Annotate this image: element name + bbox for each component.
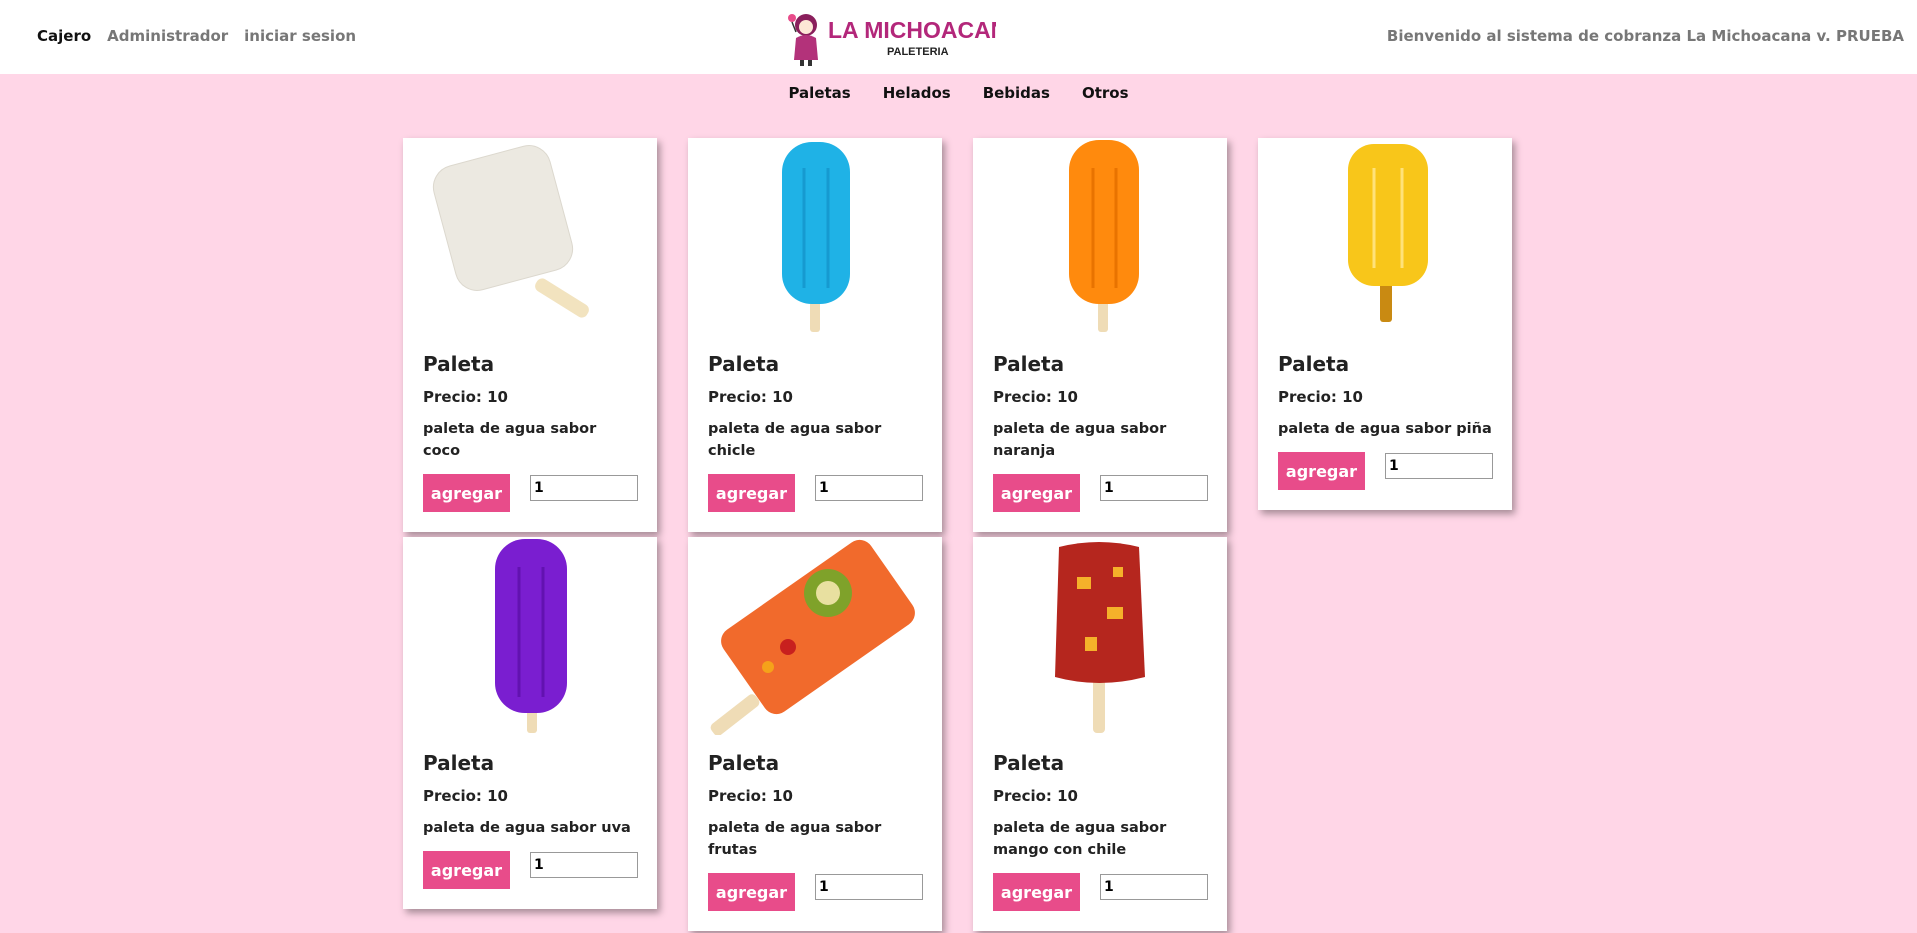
nav-administrador[interactable]: Administrador bbox=[107, 27, 228, 45]
quantity-input[interactable] bbox=[1100, 874, 1208, 900]
product-card: Paleta Precio: 10 paleta de agua sabor c… bbox=[688, 138, 942, 532]
quantity-input[interactable] bbox=[815, 475, 923, 501]
add-button[interactable]: agregar bbox=[708, 474, 795, 512]
popsicle-pina-image bbox=[1348, 144, 1428, 322]
popsicle-frutas-image bbox=[710, 539, 915, 735]
category-helados[interactable]: Helados bbox=[883, 84, 951, 102]
product-title: Paleta bbox=[708, 751, 780, 775]
add-button[interactable]: agregar bbox=[708, 873, 795, 911]
product-title: Paleta bbox=[1278, 352, 1350, 376]
product-card: Paleta Precio: 10 paleta de agua sabor n… bbox=[973, 138, 1227, 532]
product-description: paleta de agua sabor uva bbox=[423, 820, 631, 836]
product-title: Paleta bbox=[423, 751, 495, 775]
quantity-input[interactable] bbox=[530, 852, 638, 878]
product-card: Paleta Precio: 10 paleta de agua sabor u… bbox=[403, 537, 657, 909]
girl-mascot-icon bbox=[788, 14, 818, 66]
product-description: paleta de agua sabor mango con chile bbox=[993, 820, 1167, 858]
product-price: Precio: 10 bbox=[708, 388, 793, 406]
top-nav: Cajero Administrador iniciar sesion bbox=[37, 27, 356, 45]
product-title: Paleta bbox=[993, 751, 1065, 775]
product-title: Paleta bbox=[708, 352, 780, 376]
popsicle-naranja-image bbox=[1069, 140, 1139, 332]
product-description: paleta de agua sabor piña bbox=[1278, 421, 1492, 437]
quantity-input[interactable] bbox=[1100, 475, 1208, 501]
popsicle-mango-chile-image bbox=[1055, 542, 1145, 733]
add-button[interactable]: agregar bbox=[993, 873, 1080, 911]
product-card: Paleta Precio: 10 paleta de agua sabor m… bbox=[973, 537, 1227, 931]
nav-cajero[interactable]: Cajero bbox=[37, 27, 91, 45]
quantity-input[interactable] bbox=[530, 475, 638, 501]
add-button[interactable]: agregar bbox=[423, 474, 510, 512]
add-button[interactable]: agregar bbox=[1278, 452, 1365, 490]
product-price: Precio: 10 bbox=[708, 787, 793, 805]
product-description: paleta de agua sabor chicle bbox=[708, 421, 882, 459]
product-title: Paleta bbox=[423, 352, 495, 376]
popsicle-uva-image bbox=[495, 539, 567, 733]
product-card: Paleta Precio: 10 paleta de agua sabor f… bbox=[688, 537, 942, 931]
product-card: Paleta Precio: 10 paleta de agua sabor c… bbox=[403, 138, 657, 532]
product-card: Paleta Precio: 10 paleta de agua sabor p… bbox=[1258, 138, 1512, 510]
logo-subtitle: PALETERIA bbox=[887, 46, 949, 58]
add-button[interactable]: agregar bbox=[993, 474, 1080, 512]
category-paletas[interactable]: Paletas bbox=[788, 84, 850, 102]
product-price: Precio: 10 bbox=[993, 787, 1078, 805]
product-price: Precio: 10 bbox=[993, 388, 1078, 406]
popsicle-chicle-image bbox=[782, 142, 850, 332]
product-price: Precio: 10 bbox=[423, 787, 508, 805]
product-description: paleta de agua sabor naranja bbox=[993, 421, 1167, 459]
category-otros[interactable]: Otros bbox=[1082, 84, 1129, 102]
product-price: Precio: 10 bbox=[1278, 388, 1363, 406]
quantity-input[interactable] bbox=[1385, 453, 1493, 479]
product-price: Precio: 10 bbox=[423, 388, 508, 406]
la-michoacana-logo[interactable]: LA MICHOACANA PALETERIA bbox=[784, 8, 996, 68]
product-title: Paleta bbox=[993, 352, 1065, 376]
product-description: paleta de agua sabor frutas bbox=[708, 820, 882, 858]
category-nav: Paletas Helados Bebidas Otros bbox=[0, 84, 1917, 102]
welcome-message: Bienvenido al sistema de cobranza La Mic… bbox=[1386, 27, 1904, 45]
category-bebidas[interactable]: Bebidas bbox=[983, 84, 1050, 102]
add-button[interactable]: agregar bbox=[423, 851, 510, 889]
product-description: paleta de agua sabor coco bbox=[423, 421, 597, 459]
quantity-input[interactable] bbox=[815, 874, 923, 900]
nav-iniciar-sesion[interactable]: iniciar sesion bbox=[244, 27, 356, 45]
popsicle-coco-image bbox=[432, 145, 589, 318]
top-bar: Cajero Administrador iniciar sesion LA M… bbox=[0, 0, 1917, 74]
logo-title: LA MICHOACANA bbox=[828, 17, 996, 43]
